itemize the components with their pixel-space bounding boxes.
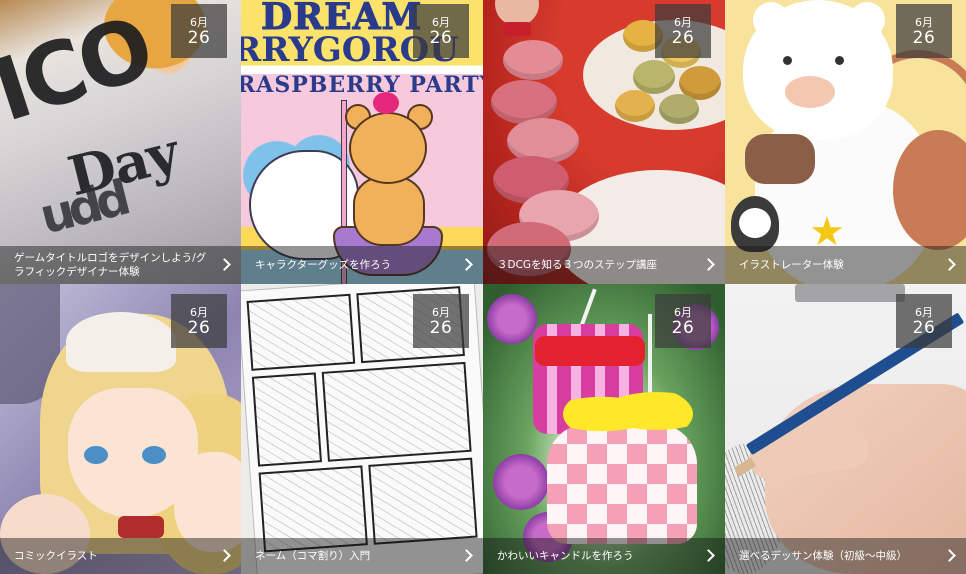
date-badge: 6月 26 <box>413 4 469 58</box>
art-logo-text: udd <box>34 170 131 246</box>
course-title: ネーム（コマ割り）入門 <box>255 550 371 562</box>
course-title: ゲームタイトルロゴをデザインしよう/グラフィックデザイナー体験 <box>14 252 207 278</box>
chevron-right-icon <box>218 258 231 271</box>
date-day: 26 <box>671 27 695 48</box>
course-card-logo-design[interactable]: ICO Day udd 6月 26 ゲームタイトルロゴをデザインしよう/グラフィ… <box>0 0 241 284</box>
date-badge: 6月 26 <box>655 294 711 348</box>
course-caption[interactable]: キャラクターグッズを作ろう <box>241 246 483 284</box>
course-card-comic-illust[interactable]: 6月 26 コミックイラスト <box>0 284 241 574</box>
date-badge: 6月 26 <box>171 4 227 58</box>
art-logo-text: ICO <box>0 0 162 142</box>
date-day: 26 <box>429 317 453 338</box>
date-day: 26 <box>187 317 211 338</box>
chevron-right-icon <box>943 258 956 271</box>
course-title: 選べるデッサン体験（初級～中級） <box>739 550 907 562</box>
date-month: 6月 <box>915 305 933 319</box>
course-card-3dcg[interactable]: 6月 26 ３DCGを知る３つのステップ講座 <box>483 0 725 284</box>
date-badge: 6月 26 <box>896 294 952 348</box>
course-title: ３DCGを知る３つのステップ講座 <box>497 259 658 271</box>
date-badge: 6月 26 <box>171 294 227 348</box>
date-day: 26 <box>429 27 453 48</box>
course-card-dessin[interactable]: 6月 26 選べるデッサン体験（初級～中級） <box>725 284 966 574</box>
date-day: 26 <box>912 317 936 338</box>
course-title: かわいいキャンドルを作ろう <box>497 550 634 562</box>
chevron-right-icon <box>218 549 231 562</box>
chevron-right-icon <box>460 258 473 271</box>
date-month: 6月 <box>674 305 692 319</box>
course-caption[interactable]: 選べるデッサン体験（初級～中級） <box>725 538 966 574</box>
date-badge: 6月 26 <box>413 294 469 348</box>
course-caption[interactable]: ３DCGを知る３つのステップ講座 <box>483 246 725 284</box>
course-card-name-storyboard[interactable]: 6月 26 ネーム（コマ割り）入門 <box>241 284 483 574</box>
course-caption[interactable]: ゲームタイトルロゴをデザインしよう/グラフィックデザイナー体験 <box>0 246 241 284</box>
course-caption[interactable]: ネーム（コマ割り）入門 <box>241 538 483 574</box>
date-month: 6月 <box>432 305 450 319</box>
date-badge: 6月 26 <box>896 4 952 58</box>
course-title: イラストレーター体験 <box>739 259 844 271</box>
chevron-right-icon <box>943 549 956 562</box>
date-month: 6月 <box>915 15 933 29</box>
art-title-text: RASPBERRY PARTY <box>241 72 483 98</box>
date-month: 6月 <box>674 15 692 29</box>
chevron-right-icon <box>702 258 715 271</box>
date-month: 6月 <box>190 15 208 29</box>
course-card-candle[interactable]: 6月 26 かわいいキャンドルを作ろう <box>483 284 725 574</box>
course-card-character-goods[interactable]: DREAM RRYGOROU RASPBERRY PARTY 6月 26 キャラ… <box>241 0 483 284</box>
chevron-right-icon <box>460 549 473 562</box>
date-month: 6月 <box>432 15 450 29</box>
course-grid: ICO Day udd 6月 26 ゲームタイトルロゴをデザインしよう/グラフィ… <box>0 0 966 574</box>
date-day: 26 <box>671 317 695 338</box>
date-day: 26 <box>912 27 936 48</box>
course-caption[interactable]: イラストレーター体験 <box>725 246 966 284</box>
course-caption[interactable]: コミックイラスト <box>0 538 241 574</box>
date-day: 26 <box>187 27 211 48</box>
date-badge: 6月 26 <box>655 4 711 58</box>
course-caption[interactable]: かわいいキャンドルを作ろう <box>483 538 725 574</box>
date-month: 6月 <box>190 305 208 319</box>
course-title: コミックイラスト <box>14 550 98 562</box>
chevron-right-icon <box>702 549 715 562</box>
course-card-illustrator[interactable]: ★ 6月 26 イラストレーター体験 <box>725 0 966 284</box>
course-title: キャラクターグッズを作ろう <box>255 259 392 271</box>
